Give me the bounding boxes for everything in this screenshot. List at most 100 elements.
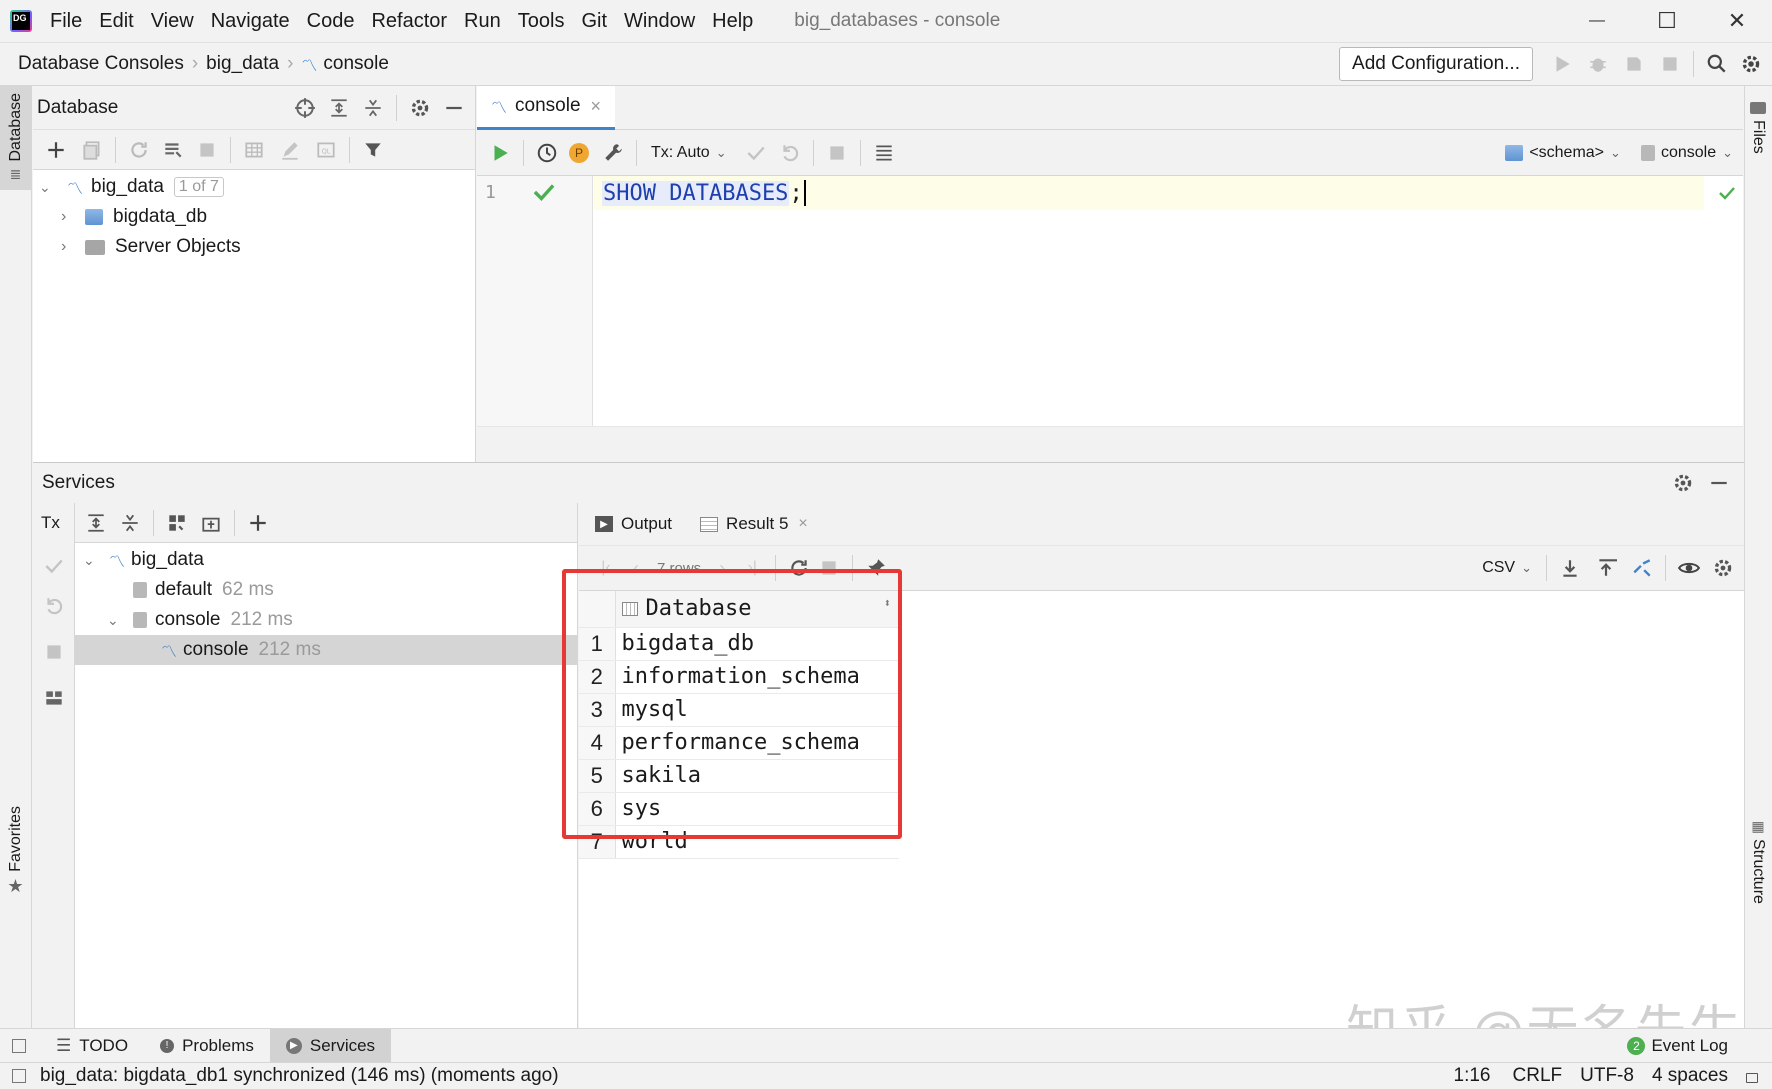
history-clock-icon[interactable] — [532, 138, 562, 168]
tree-node-bigdata-db[interactable]: › bigdata_db — [33, 202, 475, 232]
menu-refactor[interactable]: Refactor — [371, 10, 447, 33]
breadcrumb-database-consoles[interactable]: Database Consoles — [18, 53, 184, 75]
schema-dropdown[interactable]: <schema> ⌄ — [1505, 144, 1621, 162]
transaction-mode-dropdown[interactable]: Tx: Auto ⌄ — [651, 144, 727, 162]
panel-settings-gear-icon[interactable] — [405, 93, 435, 123]
chevron-down-icon[interactable]: ⌄ — [39, 179, 59, 196]
collapse-all-icon[interactable] — [358, 93, 388, 123]
locate-icon[interactable] — [290, 93, 320, 123]
close-button[interactable]: ✕ — [1702, 8, 1772, 34]
menu-git[interactable]: Git — [581, 10, 607, 33]
add-configuration-button[interactable]: Add Configuration... — [1339, 47, 1533, 81]
menu-tools[interactable]: Tools — [518, 10, 565, 33]
settings-gear-icon[interactable] — [1736, 49, 1766, 79]
filter-icon[interactable] — [358, 135, 388, 165]
favorites-tool-tab[interactable]: Favorites ★ — [0, 806, 31, 897]
code-line[interactable]: SHOW DATABASES ; — [594, 176, 1704, 210]
tab-services[interactable]: ▶ Services — [269, 1028, 392, 1063]
download-icon[interactable] — [1555, 553, 1585, 583]
tab-event-log[interactable]: 2 Event Log — [1611, 1029, 1744, 1063]
execute-icon[interactable] — [485, 138, 515, 168]
add-icon[interactable] — [41, 135, 71, 165]
collapse-all-icon[interactable] — [115, 508, 145, 538]
structure-tool-tab[interactable]: ▦ Structure — [1749, 818, 1767, 904]
services-settings-gear-icon[interactable] — [1668, 468, 1698, 498]
menu-code[interactable]: Code — [307, 10, 355, 33]
chevron-down-icon[interactable]: ⌄ — [83, 552, 103, 569]
run-icon[interactable] — [1547, 49, 1577, 79]
expand-all-icon[interactable] — [81, 508, 111, 538]
lock-icon[interactable] — [1746, 1073, 1758, 1083]
menu-help[interactable]: Help — [712, 10, 753, 33]
commit-icon[interactable] — [741, 138, 771, 168]
hide-panel-icon[interactable] — [439, 93, 469, 123]
debug-icon[interactable] — [1583, 49, 1613, 79]
menu-view[interactable]: View — [151, 10, 194, 33]
upload-icon[interactable] — [1591, 553, 1621, 583]
tab-close-icon[interactable]: × — [591, 96, 602, 117]
menu-navigate[interactable]: Navigate — [211, 10, 290, 33]
commit-icon[interactable] — [39, 551, 69, 581]
session-dropdown[interactable]: console ⌄ — [1640, 144, 1733, 162]
view-eye-icon[interactable] — [1674, 553, 1704, 583]
service-node-console[interactable]: 〽 console 212 ms — [75, 635, 577, 665]
new-tab-icon[interactable] — [196, 508, 226, 538]
group-by-icon[interactable] — [162, 508, 192, 538]
schema-sync-icon[interactable] — [158, 135, 188, 165]
stop-icon[interactable] — [1655, 49, 1685, 79]
file-encoding[interactable]: UTF-8 — [1580, 1065, 1634, 1087]
layout-icon[interactable] — [39, 683, 69, 713]
maximize-button[interactable]: ☐ — [1632, 8, 1702, 34]
compare-icon[interactable] — [1627, 553, 1657, 583]
files-tool-tab[interactable]: Files — [1749, 102, 1767, 154]
tab-todo[interactable]: ☰ TODO — [40, 1029, 144, 1063]
menu-run[interactable]: Run — [464, 10, 501, 33]
tx-dropdown[interactable]: Tx — [41, 513, 60, 533]
table-icon[interactable] — [239, 135, 269, 165]
wrench-icon[interactable] — [598, 138, 628, 168]
tab-close-icon[interactable]: × — [798, 515, 807, 533]
tree-node-server-objects[interactable]: › Server Objects — [33, 232, 475, 262]
duplicate-icon[interactable] — [77, 135, 107, 165]
tab-result-5[interactable]: Result 5 × — [700, 514, 808, 534]
service-node-default[interactable]: default 62 ms — [75, 575, 577, 605]
stop-icon[interactable] — [39, 637, 69, 667]
tab-console[interactable]: 〽 console × — [477, 85, 616, 130]
search-icon[interactable] — [1702, 49, 1732, 79]
service-node-console-session[interactable]: ⌄ console 212 ms — [75, 605, 577, 635]
minimize-button[interactable]: — — [1562, 12, 1632, 30]
indent-setting[interactable]: 4 spaces — [1652, 1065, 1728, 1087]
output-layout-icon[interactable] — [869, 138, 899, 168]
editor-hscroll[interactable] — [477, 426, 1743, 462]
breadcrumb-console[interactable]: console — [323, 53, 389, 75]
database-tool-tab[interactable]: Database ≣ — [0, 86, 31, 190]
rollback-icon[interactable] — [39, 591, 69, 621]
refresh-icon[interactable] — [124, 135, 154, 165]
status-message[interactable]: big_data: bigdata_db1 synchronized (146 … — [40, 1065, 559, 1087]
hide-panel-icon[interactable] — [1704, 468, 1734, 498]
chevron-right-icon[interactable]: › — [61, 238, 81, 256]
sql-console-icon[interactable]: QL — [311, 135, 341, 165]
caret-position[interactable]: 1:16 — [1454, 1065, 1491, 1087]
result-settings-gear-icon[interactable] — [1708, 553, 1738, 583]
tree-node-big-data[interactable]: ⌄ 〽 big_data 1 of 7 — [33, 172, 475, 202]
expand-all-icon[interactable] — [324, 93, 354, 123]
export-format-dropdown[interactable]: CSV ⌄ — [1482, 559, 1532, 577]
menu-window[interactable]: Window — [624, 10, 695, 33]
status-toggle-icon[interactable] — [12, 1069, 26, 1083]
menu-edit[interactable]: Edit — [99, 10, 133, 33]
service-node-big-data[interactable]: ⌄ 〽 big_data — [75, 545, 577, 575]
tab-problems[interactable]: ! Problems — [144, 1029, 270, 1063]
parameters-icon[interactable]: P — [564, 138, 594, 168]
rollback-icon[interactable] — [775, 138, 805, 168]
tab-output[interactable]: ▶ Output — [595, 514, 672, 534]
chevron-down-icon[interactable]: ⌄ — [107, 612, 127, 629]
edit-icon[interactable] — [275, 135, 305, 165]
stop-icon[interactable] — [822, 138, 852, 168]
line-separator[interactable]: CRLF — [1513, 1065, 1563, 1087]
add-service-icon[interactable] — [243, 508, 273, 538]
coverage-icon[interactable] — [1619, 49, 1649, 79]
menu-file[interactable]: File — [50, 10, 82, 33]
chevron-right-icon[interactable]: › — [61, 208, 81, 226]
breadcrumb-big-data[interactable]: big_data — [206, 53, 279, 75]
